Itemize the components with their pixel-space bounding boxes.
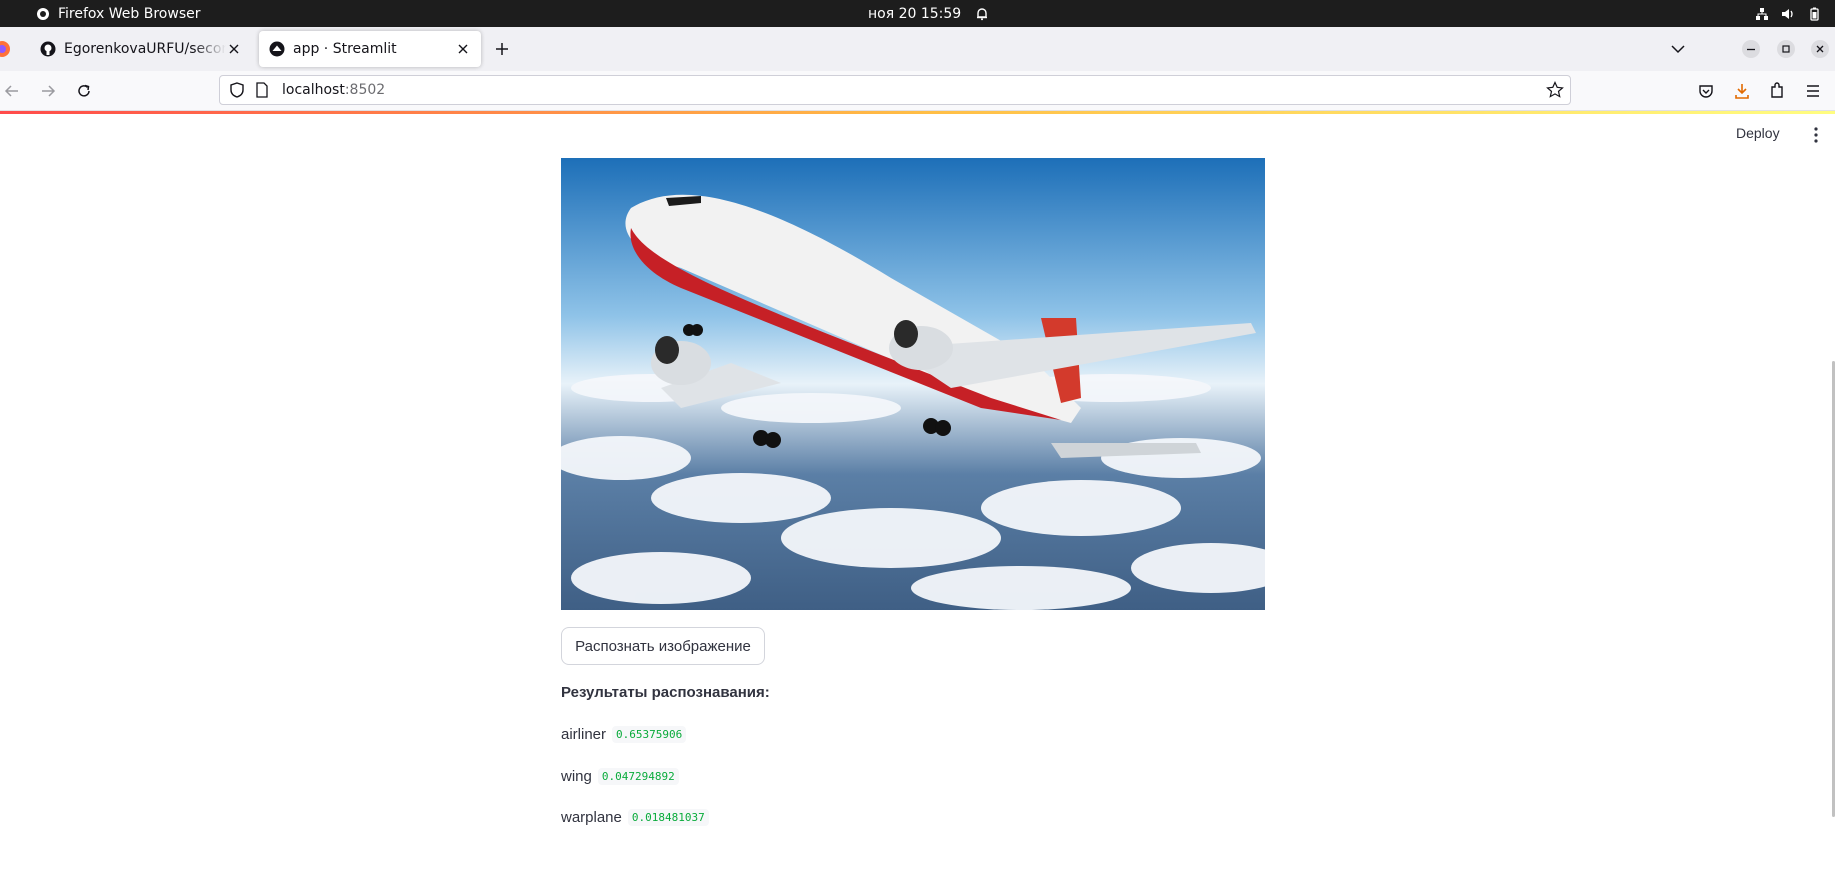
pocket-icon[interactable]: [1696, 81, 1716, 101]
tab-streamlit[interactable]: app · Streamlit: [259, 31, 481, 67]
main-menu-icon[interactable]: [1808, 126, 1824, 144]
minimize-icon[interactable]: [1741, 39, 1761, 59]
result-label: airliner: [561, 726, 607, 743]
forward-icon[interactable]: [38, 81, 58, 101]
url-host: localhost: [282, 82, 345, 98]
close-tab-icon[interactable]: [226, 41, 242, 57]
battery-icon: [1810, 7, 1819, 21]
browser-tab-strip: EgorenkovaURFU/second app · Streamlit: [0, 27, 1835, 71]
bookmark-star-icon[interactable]: [1546, 81, 1564, 99]
network-icon: [1756, 7, 1768, 20]
github-icon: [40, 41, 56, 57]
page-info-icon[interactable]: [254, 82, 270, 98]
reload-icon[interactable]: [74, 81, 94, 101]
streamlit-app: Deploy Распознать изображение Результаты…: [0, 114, 1835, 887]
list-all-tabs-icon[interactable]: [1668, 39, 1688, 59]
recognize-image-button[interactable]: Распознать изображение: [561, 627, 765, 665]
extensions-icon[interactable]: [1767, 81, 1787, 101]
system-tray[interactable]: [1755, 0, 1821, 27]
clock[interactable]: ноя 20 15:59: [868, 0, 989, 27]
datetime: ноя 20 15:59: [868, 5, 962, 22]
new-tab-icon[interactable]: [492, 39, 512, 59]
result-score: 0.018481037: [627, 809, 709, 826]
alarm-icon: [977, 7, 988, 20]
tab-title: app · Streamlit: [293, 41, 397, 57]
active-app-indicator[interactable]: Firefox Web Browser: [36, 0, 201, 27]
close-window-icon[interactable]: [1810, 39, 1830, 59]
firefox-icon: [37, 7, 49, 20]
result-score: 0.047294892: [597, 768, 679, 785]
firefox-view-icon[interactable]: [0, 39, 12, 59]
uploaded-airplane-image: [561, 158, 1265, 610]
downloads-icon[interactable]: [1732, 81, 1752, 101]
address-bar[interactable]: localhost:8502: [219, 75, 1571, 105]
back-icon[interactable]: [2, 81, 22, 101]
volume-icon: [1782, 8, 1793, 19]
streamlit-icon: [269, 41, 285, 57]
result-row: airliner 0.65375906: [561, 726, 687, 743]
result-label: warplane: [561, 809, 622, 826]
result-row: warplane 0.018481037: [561, 809, 709, 826]
navigation-toolbar: localhost:8502: [0, 71, 1835, 111]
app-menu-icon[interactable]: [1803, 81, 1823, 101]
deploy-button[interactable]: Deploy: [1736, 125, 1780, 141]
system-top-bar: Firefox Web Browser ноя 20 15:59: [0, 0, 1835, 27]
app-name: Firefox Web Browser: [58, 5, 201, 22]
tracking-protection-shield-icon[interactable]: [228, 81, 246, 99]
close-tab-icon[interactable]: [455, 41, 471, 57]
maximize-icon[interactable]: [1776, 39, 1796, 59]
tab-github[interactable]: EgorenkovaURFU/second: [30, 31, 252, 67]
tab-title: EgorenkovaURFU/second: [64, 41, 226, 57]
url-port: :8502: [344, 82, 386, 98]
results-heading: Результаты распознавания:: [561, 684, 770, 701]
result-label: wing: [561, 768, 592, 785]
result-row: wing 0.047294892: [561, 768, 679, 785]
result-score: 0.65375906: [612, 726, 687, 743]
